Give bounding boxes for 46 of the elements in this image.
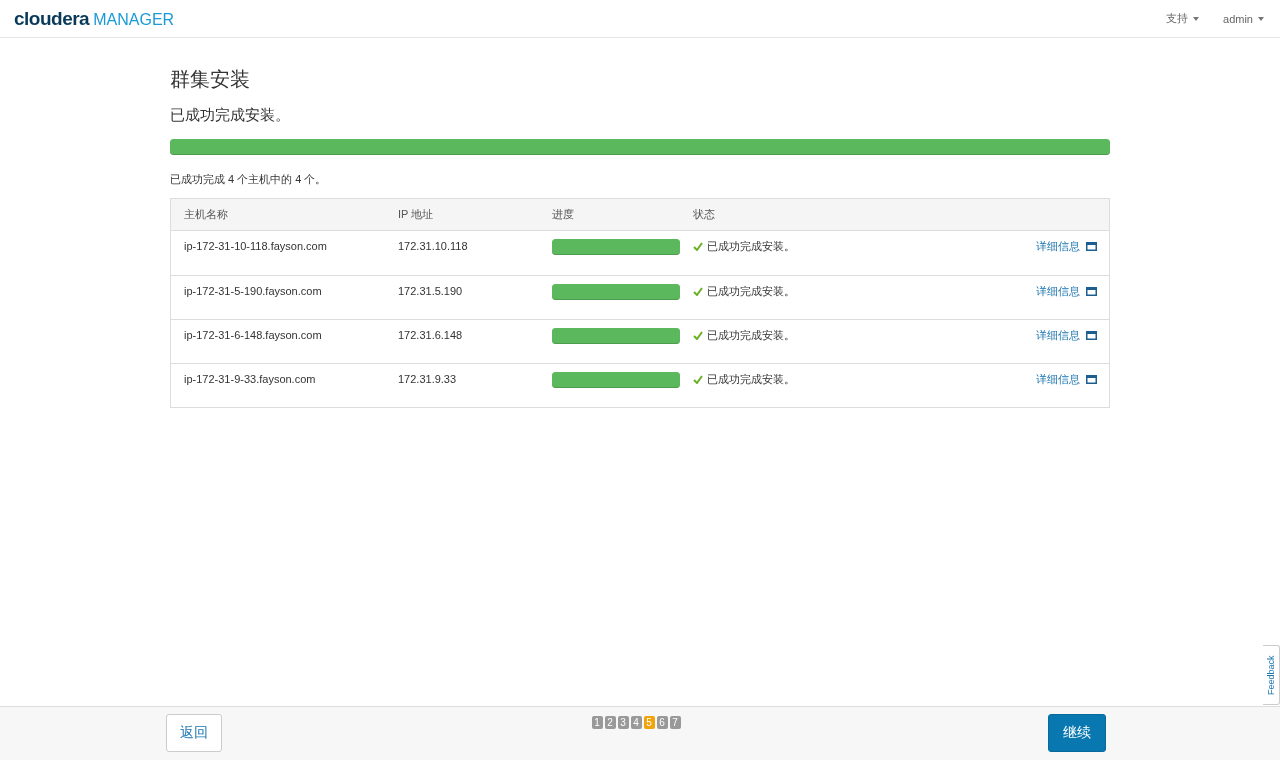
window-icon: [1086, 287, 1097, 296]
status-cell: 已成功完成安装。: [693, 328, 1036, 343]
details-link[interactable]: 详细信息: [1036, 328, 1097, 343]
window-icon: [1086, 375, 1097, 384]
status-cell: 已成功完成安装。: [693, 239, 1036, 254]
step-indicator: 2: [604, 716, 616, 729]
summary-text: 已成功完成 4 个主机中的 4 个。: [170, 172, 328, 187]
caret-icon: [1258, 16, 1264, 21]
check-icon: [693, 287, 703, 296]
ip-address-cell-text: 172.31.9.33: [398, 372, 458, 387]
step-indicator: 4: [630, 716, 642, 729]
check-icon: [693, 242, 703, 251]
step-indicator: 3: [617, 716, 629, 729]
step-indicator: 7: [669, 716, 681, 729]
ip-address-cell-text: 172.31.5.190: [398, 284, 464, 299]
host-name-cell-text: ip-172-31-10-118.fayson.com: [184, 239, 328, 254]
ip-address-cell-text: 172.31.6.148: [398, 328, 464, 343]
status-cell: 已成功完成安装。: [693, 284, 1036, 299]
details-link[interactable]: 详细信息: [1036, 284, 1097, 299]
column-header: 主机名称: [184, 207, 229, 222]
status-cell: 已成功完成安装。: [693, 372, 1036, 387]
check-icon: [693, 331, 703, 340]
ip-address-cell-text: 172.31.10.118: [398, 239, 469, 254]
check-icon: [693, 375, 703, 384]
back-button[interactable]: 返回: [166, 714, 222, 752]
column-header: 状态: [693, 207, 716, 222]
status-message: 已成功完成安装。: [170, 106, 291, 125]
column-header: 进度: [552, 207, 575, 222]
host-name-cell-text: ip-172-31-9-33.fayson.com: [184, 372, 317, 387]
header-menu[interactable]: 支持: [1166, 11, 1200, 26]
window-icon: [1086, 331, 1097, 340]
feedback-tab[interactable]: Feedback: [1263, 645, 1280, 705]
cloudera-manager-logo: cloudera MANAGER: [14, 7, 175, 30]
caret-icon: [1193, 16, 1200, 21]
details-link[interactable]: 详细信息: [1036, 372, 1097, 387]
details-link[interactable]: 详细信息: [1036, 239, 1097, 254]
header-menu[interactable]: admin: [1223, 11, 1264, 26]
host-name-cell-text: ip-172-31-5-190.fayson.com: [184, 284, 323, 299]
continue-button[interactable]: 继续: [1048, 714, 1106, 752]
step-indicator: 6: [656, 716, 668, 729]
step-indicator: 5: [643, 716, 655, 729]
column-header: IP 地址: [398, 207, 435, 222]
page-title: 群集安装: [170, 67, 251, 92]
step-indicator: 1: [591, 716, 603, 729]
host-name-cell-text: ip-172-31-6-148.fayson.com: [184, 328, 323, 343]
window-icon: [1086, 242, 1097, 251]
